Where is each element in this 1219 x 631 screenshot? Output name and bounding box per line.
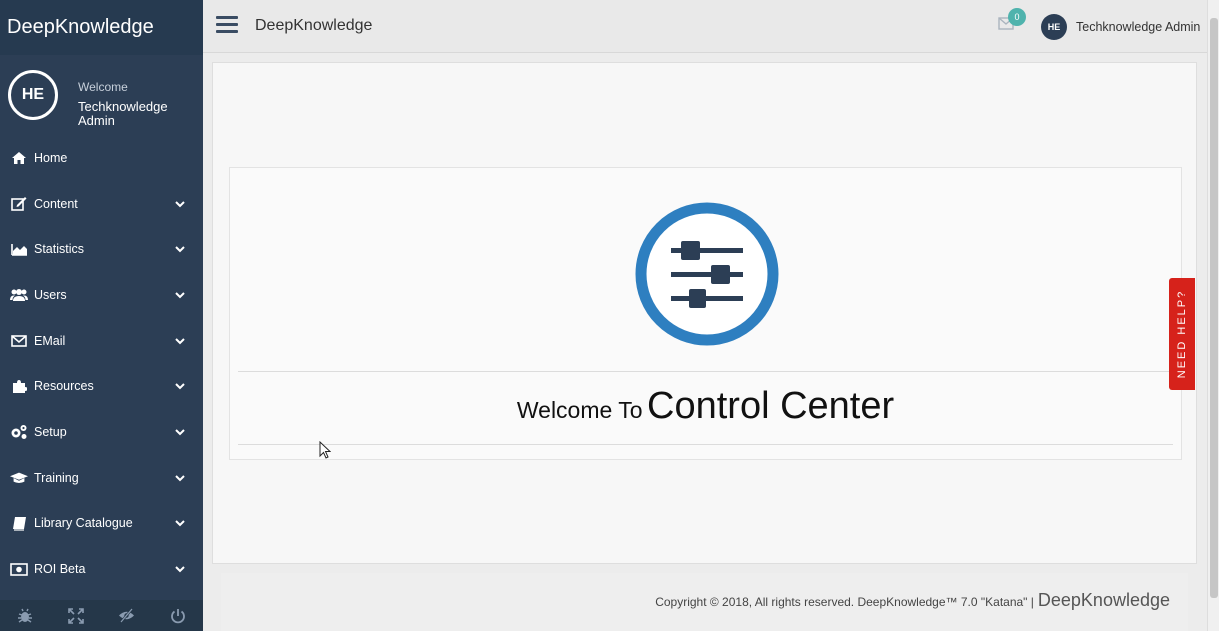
puzzle-icon bbox=[10, 378, 28, 394]
main-panel: Welcome To Control Center bbox=[212, 62, 1197, 564]
sidebar-item-label: ROI Beta bbox=[34, 562, 86, 577]
sidebar-item-roi-beta[interactable]: ROI Beta bbox=[0, 546, 203, 592]
page-title: DeepKnowledge bbox=[255, 17, 373, 34]
edit-icon bbox=[10, 196, 28, 212]
welcome-title: Control Center bbox=[647, 385, 895, 427]
mouse-cursor-icon bbox=[319, 441, 331, 459]
sidebar-item-label: Setup bbox=[34, 424, 67, 439]
welcome-label: Welcome bbox=[78, 80, 128, 94]
sidebar-item-home[interactable]: Home bbox=[0, 135, 203, 181]
sidebar-brand[interactable]: DeepKnowledge bbox=[0, 0, 203, 55]
envelope-icon bbox=[10, 333, 28, 349]
need-help-label: NEED HELP? bbox=[1176, 289, 1189, 379]
book-icon bbox=[10, 515, 28, 531]
sidebar-item-label: EMail bbox=[34, 333, 66, 348]
fullscreen-icon[interactable] bbox=[66, 606, 86, 626]
sidebar: DeepKnowledge HE Welcome Techknowledge A… bbox=[0, 0, 203, 631]
chevron-down-icon bbox=[175, 200, 185, 207]
bug-icon[interactable] bbox=[15, 606, 35, 626]
sidebar-item-users[interactable]: Users bbox=[0, 272, 203, 318]
sidebar-item-library-catalogue[interactable]: Library Catalogue bbox=[0, 501, 203, 547]
users-icon bbox=[10, 287, 28, 303]
sidebar-profile: HE Welcome Techknowledge Admin bbox=[8, 68, 198, 130]
page-scrollbar[interactable] bbox=[1207, 0, 1219, 631]
chevron-down-icon bbox=[175, 337, 185, 345]
sidebar-item-label: Users bbox=[34, 287, 67, 302]
chevron-down-icon bbox=[175, 383, 185, 390]
chevron-down-icon bbox=[175, 292, 185, 299]
welcome-box: Welcome To Control Center bbox=[229, 167, 1182, 460]
user-name: Techknowledge Admin bbox=[1076, 20, 1201, 34]
sidebar-item-label: Statistics bbox=[34, 242, 85, 257]
chevron-down-icon bbox=[175, 474, 185, 482]
home-icon bbox=[10, 150, 28, 166]
sidebar-item-label: Resources bbox=[34, 379, 94, 394]
cogs-icon bbox=[10, 424, 28, 440]
chevron-down-icon bbox=[175, 520, 185, 527]
chevron-down-icon bbox=[175, 246, 185, 253]
footer-brand: DeepKnowledge bbox=[1037, 590, 1170, 610]
sidebar-item-email[interactable]: EMail bbox=[0, 318, 203, 364]
sidebar-item-label: Content bbox=[34, 196, 78, 211]
money-icon bbox=[10, 561, 28, 577]
welcome-prefix: Welcome To bbox=[516, 397, 643, 423]
sidebar-item-statistics[interactable]: Statistics bbox=[0, 226, 203, 272]
page-footer: Copyright © 2018, All rights reserved. D… bbox=[221, 573, 1188, 631]
sidebar-footer bbox=[0, 600, 203, 631]
copyright: Copyright © 2018, All rights reserved. D… bbox=[655, 590, 1170, 611]
top-bar: DeepKnowledge 0 HE Techknowledge Admin bbox=[203, 0, 1207, 53]
divider bbox=[238, 371, 1173, 372]
copyright-text: Copyright © 2018, All rights reserved. D… bbox=[655, 595, 1034, 609]
power-icon[interactable] bbox=[168, 606, 188, 626]
chevron-down-icon bbox=[175, 429, 185, 436]
graduation-cap-icon bbox=[10, 470, 28, 486]
profile-name: Techknowledge Admin bbox=[78, 99, 168, 128]
welcome-heading: Welcome To Control Center bbox=[230, 385, 1181, 428]
sidebar-item-training[interactable]: Training bbox=[0, 455, 203, 501]
sidebar-item-resources[interactable]: Resources bbox=[0, 363, 203, 409]
divider bbox=[238, 444, 1173, 445]
avatar: HE bbox=[1041, 14, 1067, 40]
chart-icon bbox=[10, 241, 28, 257]
sidebar-item-label: Library Catalogue bbox=[34, 516, 133, 531]
sidebar-item-setup[interactable]: Setup bbox=[0, 409, 203, 455]
control-center-logo-icon bbox=[635, 202, 779, 346]
avatar[interactable]: HE bbox=[8, 70, 58, 120]
sidebar-menu: Home Content Statistics Users EMail Reso… bbox=[0, 135, 203, 592]
sidebar-item-label: Home bbox=[34, 150, 68, 165]
chevron-down-icon bbox=[175, 566, 185, 573]
mail-count-badge: 0 bbox=[1008, 8, 1026, 26]
scrollbar-thumb[interactable] bbox=[1210, 18, 1218, 598]
eye-slash-icon[interactable] bbox=[117, 606, 137, 626]
sidebar-item-content[interactable]: Content bbox=[0, 181, 203, 227]
sidebar-item-label: Training bbox=[34, 470, 79, 485]
menu-toggle-icon[interactable] bbox=[216, 16, 238, 36]
need-help-tab[interactable]: NEED HELP? bbox=[1169, 278, 1195, 390]
user-menu[interactable]: HE Techknowledge Admin bbox=[1041, 14, 1200, 40]
